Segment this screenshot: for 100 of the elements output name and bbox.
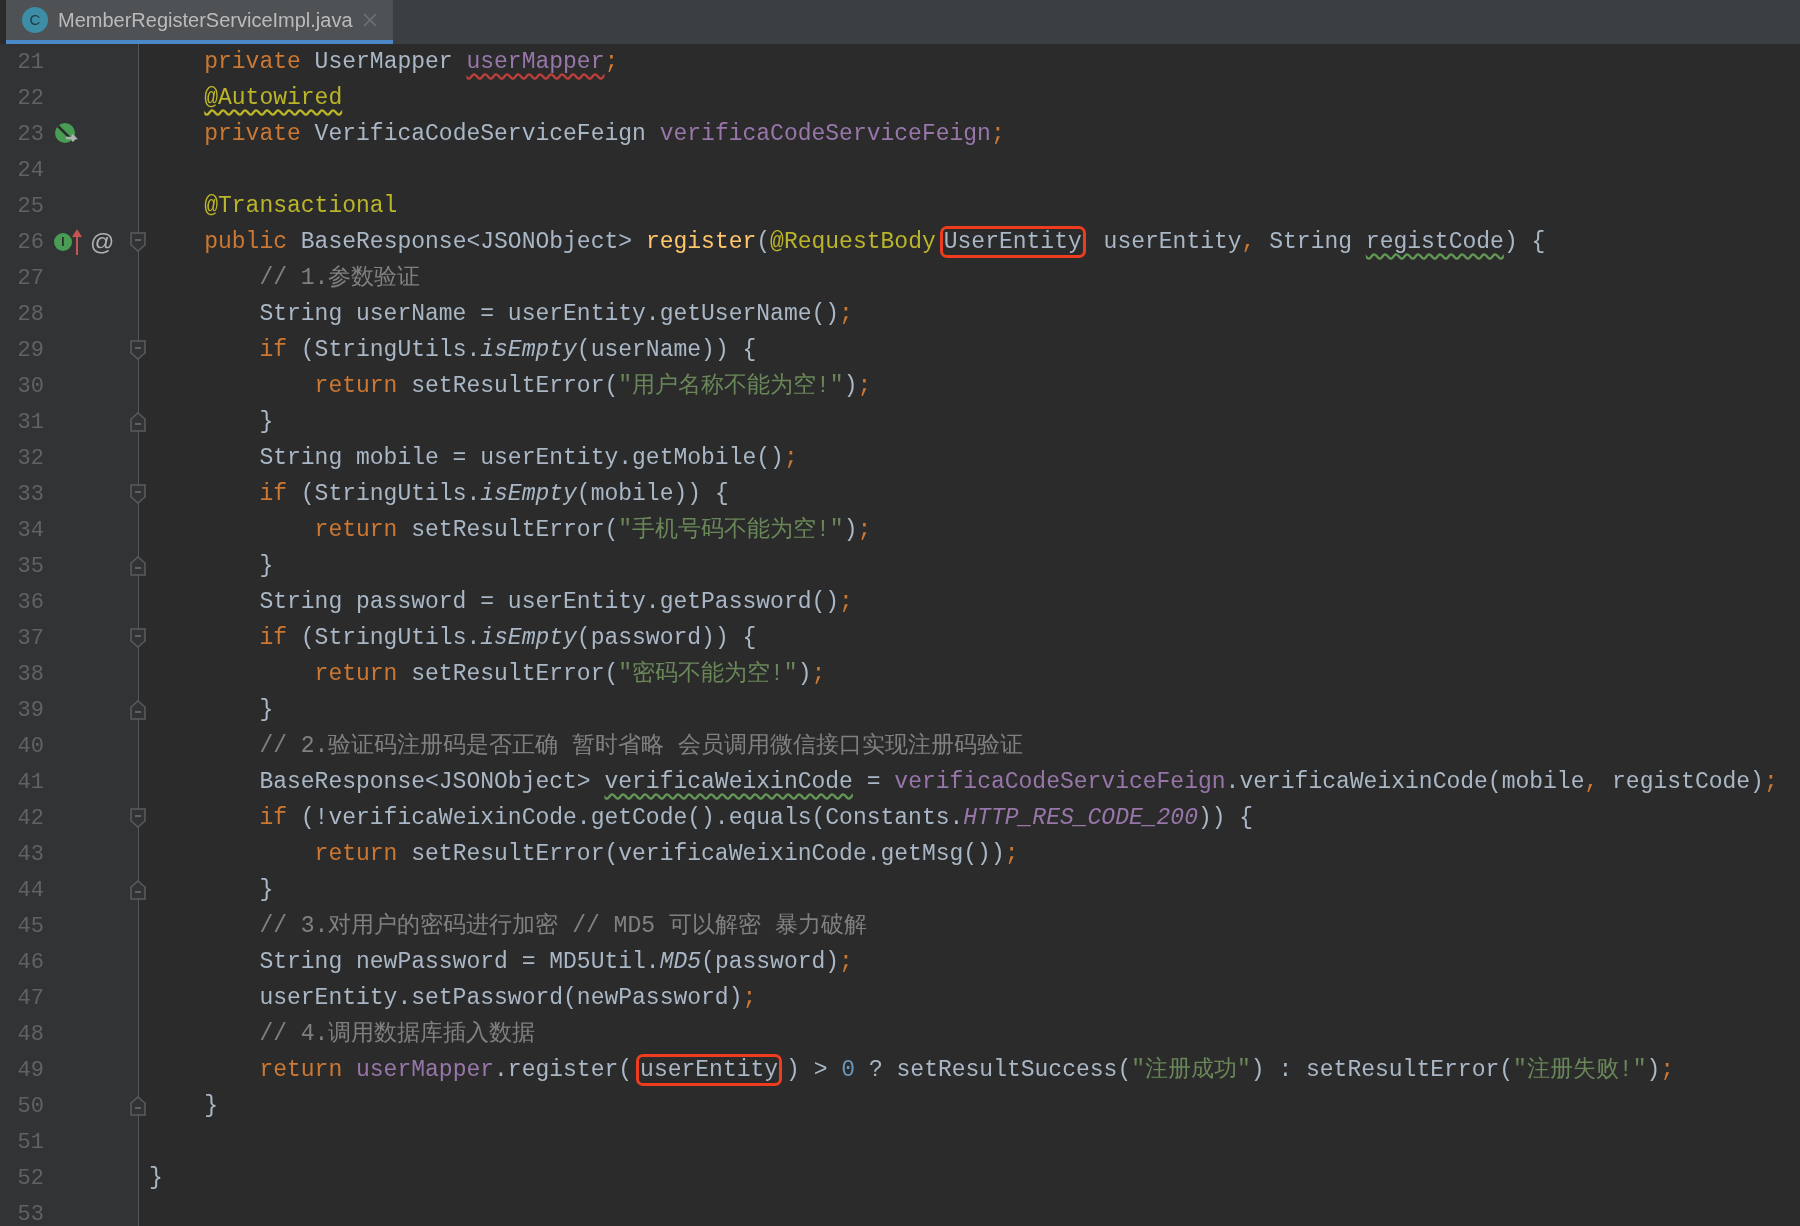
static-method: MD5 [659, 947, 702, 977]
keyword: , [1584, 767, 1599, 797]
fold-end-icon[interactable] [130, 700, 146, 720]
string-literal: "注册失败!" [1513, 1055, 1647, 1085]
code-text: .verificaWeixinCode(mobile [1225, 767, 1585, 797]
code-text: String newPassword = MD5Util. [259, 947, 660, 977]
highlighted-code: UserEntity [939, 226, 1086, 258]
code-text: UserMapper [313, 47, 454, 77]
code-text: ) [843, 515, 858, 545]
code-text: } [149, 1163, 163, 1193]
code-text: setResultError( [410, 371, 619, 401]
static-method: isEmpty [480, 335, 577, 365]
code-text: ) [1646, 1055, 1661, 1085]
code-text: (StringUtils. [299, 479, 481, 509]
code-text: registCode [1365, 227, 1504, 257]
keyword: ; [839, 947, 853, 977]
keyword: ; [990, 119, 1005, 149]
keyword: if [259, 623, 287, 653]
annotation-mark[interactable]: @ [90, 224, 115, 260]
close-icon[interactable] [362, 13, 377, 27]
keyword: ; [742, 983, 757, 1013]
fold-end-icon[interactable] [130, 880, 146, 900]
code-text: (!verificaWeixinCode.getCode().equals(Constants. [299, 803, 964, 833]
fold-icon[interactable] [130, 232, 146, 252]
code-text: } [259, 407, 274, 437]
keyword: if [259, 479, 287, 509]
code-text: (StringUtils. [299, 335, 481, 365]
string-literal: "注册成功" [1131, 1055, 1251, 1085]
code-text: verificaWeixinCode [604, 767, 853, 797]
keyword: ; [783, 443, 798, 473]
code-text: setResultError(verificaWeixinCode.getMsg()) [410, 839, 1005, 869]
keyword: ; [811, 659, 826, 689]
fold-icon[interactable] [130, 628, 146, 648]
method-name: register [645, 227, 757, 257]
static-method: isEmpty [480, 479, 577, 509]
code-comment: // 2.验证码注册码是否正确 暂时省略 会员调用微信接口实现注册码验证 [259, 731, 1023, 761]
string-literal: "用户名称不能为空!" [618, 371, 844, 401]
keyword: ; [604, 47, 619, 77]
keyword: if [259, 803, 287, 833]
code-text: ( [756, 227, 771, 257]
fold-icon[interactable] [130, 808, 146, 828]
fold-end-icon[interactable] [130, 1096, 146, 1116]
keyword: ; [1004, 839, 1019, 869]
code-text: String [1268, 227, 1354, 257]
keyword: ; [839, 299, 853, 329]
code-text: = [865, 767, 882, 797]
code-text: registCode) [1611, 767, 1764, 797]
code-text: )) { [1197, 803, 1254, 833]
code-text: String userName = userEntity.getUserName() [259, 299, 840, 329]
annotation: @Autowired [204, 83, 343, 113]
code-text: String password = userEntity.getPassword() [259, 587, 840, 617]
code-comment: // 3.对用户的密码进行加密 // MD5 可以解密 暴力破解 [259, 911, 867, 941]
keyword: return [314, 659, 398, 689]
keyword: return [314, 515, 398, 545]
fold-icon[interactable] [130, 340, 146, 360]
number-literal: 0 [841, 1055, 856, 1085]
highlighted-code: userEntity [636, 1054, 783, 1086]
fold-icon[interactable] [130, 484, 146, 504]
code-text: ) { [1503, 227, 1546, 257]
keyword: public [204, 227, 287, 257]
code-text: VerificaCodeServiceFeign [313, 119, 647, 149]
code-text: } [204, 1091, 218, 1121]
code-text: } [259, 551, 274, 581]
code-text: (userName)) { [576, 335, 757, 365]
class-icon: C [22, 7, 48, 33]
code-text: } [259, 695, 274, 725]
static-method: isEmpty [480, 623, 577, 653]
code-text: BaseResponse<JSONObject> [259, 767, 592, 797]
fold-end-icon[interactable] [130, 412, 146, 432]
code-text: userEntity [1102, 227, 1242, 257]
code-text: (password) [701, 947, 840, 977]
code-text: setResultError( [410, 515, 619, 545]
code-text: userEntity.setPassword(newPassword) [259, 983, 743, 1013]
code-text: } [259, 875, 274, 905]
field-name: verificaCodeServiceFeign [894, 767, 1226, 797]
fold-end-icon[interactable] [130, 556, 146, 576]
keyword: ; [1660, 1055, 1675, 1085]
keyword: ; [857, 371, 872, 401]
keyword: return [314, 371, 398, 401]
keyword: return [314, 839, 398, 869]
code-text: (password)) { [576, 623, 757, 653]
keyword: ; [839, 587, 853, 617]
keyword: ; [1763, 767, 1778, 797]
code-text: (mobile)) { [576, 479, 729, 509]
injection-icon[interactable] [54, 122, 80, 146]
field-name: userMapper [466, 47, 605, 77]
editor-tab[interactable]: C MemberRegisterServiceImpl.java [6, 0, 393, 44]
keyword: if [259, 335, 287, 365]
field-name: verificaCodeServiceFeign [659, 119, 991, 149]
code-text: ? setResultSuccess( [867, 1055, 1132, 1085]
code-text: String mobile = userEntity.getMobile() [259, 443, 784, 473]
code-text: ) [843, 371, 858, 401]
annotation: @RequestBody [770, 227, 936, 257]
code-text: ) > [786, 1055, 829, 1085]
code-text: BaseResponse<JSONObject> [299, 227, 634, 257]
keyword: ; [857, 515, 872, 545]
constant-name: HTTP_RES_CODE_200 [963, 803, 1198, 833]
keyword: , [1241, 227, 1256, 257]
code-text: (StringUtils. [299, 623, 481, 653]
keyword: private [204, 47, 301, 77]
